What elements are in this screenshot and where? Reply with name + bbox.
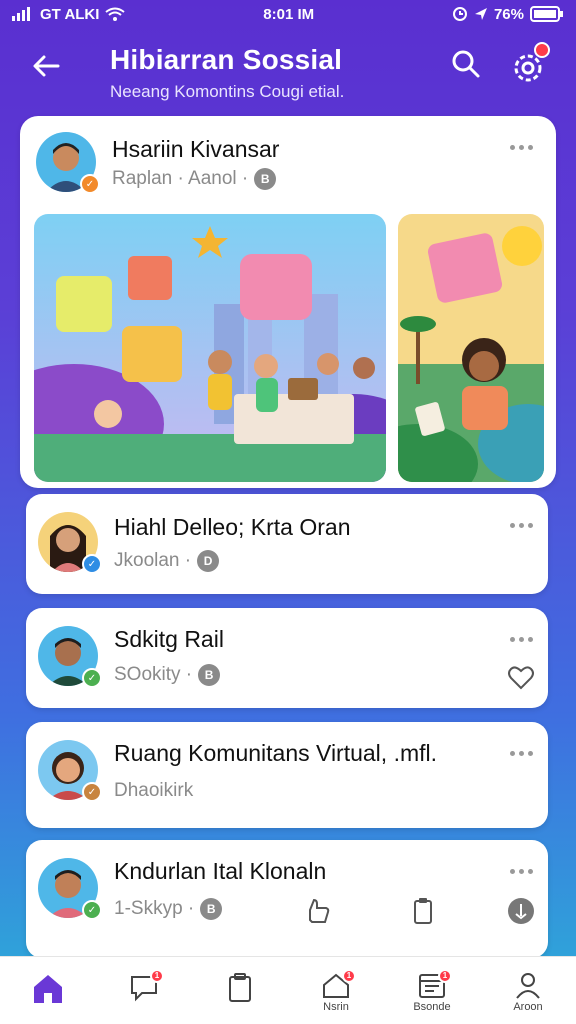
- avatar[interactable]: ✓: [38, 858, 102, 920]
- notification-dot: 1: [150, 969, 164, 983]
- post-author-name[interactable]: Kndurlan Ital Klonaln: [114, 858, 326, 885]
- feed: ✓ Hsariin Kivansar Raplan · Aanol · B ✓ …: [20, 116, 556, 958]
- nav-profile[interactable]: Aroon: [480, 957, 576, 1024]
- more-options-icon[interactable]: [510, 748, 538, 758]
- more-options-icon[interactable]: [510, 142, 538, 152]
- wifi-icon: [105, 7, 126, 21]
- avatar-badge: ✓: [80, 174, 100, 194]
- post-card[interactable]: ✓ Ruang Komunitans Virtual, .mfl. Dhaoik…: [26, 722, 548, 828]
- more-options-icon[interactable]: [510, 866, 538, 876]
- post-card[interactable]: ✓ Hiahl Delleo; Krta Oran Jkoolan · D: [26, 494, 548, 594]
- profile-icon: [516, 973, 540, 999]
- post-meta: Dhaoikirk: [114, 780, 194, 801]
- more-options-icon[interactable]: [510, 520, 538, 530]
- post-card[interactable]: ✓ Sdkitg Rail SOokity · B: [26, 608, 548, 708]
- nav-clipboard[interactable]: [192, 957, 288, 1024]
- carrier-text: GT ALKI: [40, 5, 100, 23]
- avatar-badge: ✓: [82, 782, 102, 802]
- heart-icon[interactable]: [506, 662, 536, 692]
- status-right: 76%: [452, 6, 564, 23]
- post-image-main[interactable]: [34, 214, 386, 482]
- home-icon: [34, 975, 62, 1003]
- avatar[interactable]: ✓: [38, 626, 102, 688]
- signal-icon: [12, 7, 30, 21]
- avatar[interactable]: ✓: [36, 132, 100, 194]
- post-author-name[interactable]: Sdkitg Rail: [114, 626, 224, 653]
- privacy-icon: B: [200, 898, 223, 920]
- search-icon[interactable]: [448, 46, 484, 82]
- page-title: Hibiarran Sossial: [110, 44, 343, 75]
- app-header: Hibiarran Sossial Neeang Komontins Cougi…: [0, 28, 576, 116]
- clock-text: 8:01 IM: [263, 5, 315, 23]
- bottom-navigation: 1 1 Nsrin 1 Bsonde Aroon: [0, 956, 576, 1024]
- page-subtitle: Neeang Komontins Cougi etial.: [110, 82, 345, 101]
- post-card[interactable]: ✓ Hsariin Kivansar Raplan · Aanol · B: [20, 116, 556, 488]
- clipboard-icon: [229, 973, 251, 1002]
- post-author-name[interactable]: Hiahl Delleo; Krta Oran: [114, 514, 351, 541]
- clipboard-icon[interactable]: [408, 896, 438, 926]
- avatar-badge: ✓: [82, 554, 102, 574]
- notification-dot: 1: [342, 969, 356, 983]
- location-icon: [474, 8, 487, 20]
- privacy-icon: D: [197, 550, 220, 572]
- battery-percent: 76%: [493, 5, 524, 23]
- notification-dot: 1: [438, 969, 452, 983]
- nav-home[interactable]: [0, 957, 96, 1024]
- settings-button[interactable]: [508, 42, 550, 86]
- share-icon[interactable]: [506, 896, 536, 926]
- post-card[interactable]: ✓ Kndurlan Ital Klonaln 1-Skkyp · B: [26, 840, 548, 958]
- status-left: GT ALKI: [12, 5, 126, 23]
- privacy-icon: B: [254, 168, 277, 190]
- post-meta: Raplan · Aanol · B: [112, 168, 277, 190]
- nav-community[interactable]: 1 Nsrin: [288, 957, 384, 1024]
- post-image-secondary[interactable]: [398, 214, 544, 482]
- post-author-name[interactable]: Hsariin Kivansar: [112, 136, 279, 163]
- battery-icon: [529, 6, 563, 22]
- back-arrow-icon[interactable]: [28, 48, 64, 84]
- avatar[interactable]: ✓: [38, 512, 102, 574]
- status-bar: GT ALKI 8:01 IM 76%: [0, 0, 576, 28]
- avatar-badge: ✓: [82, 900, 102, 920]
- post-meta: 1-Skkyp · B: [114, 898, 223, 920]
- post-meta: SOokity · B: [114, 664, 221, 686]
- avatar-badge: ✓: [82, 668, 102, 688]
- more-options-icon[interactable]: [510, 634, 538, 644]
- avatar[interactable]: ✓: [38, 740, 102, 802]
- notification-dot: [534, 42, 550, 58]
- nav-chat[interactable]: 1: [96, 957, 192, 1024]
- post-author-name[interactable]: Ruang Komunitans Virtual, .mfl.: [114, 740, 437, 767]
- post-meta: Jkoolan · D: [114, 550, 220, 572]
- nav-events[interactable]: 1 Bsonde: [384, 957, 480, 1024]
- thumbs-up-icon[interactable]: [302, 896, 332, 926]
- privacy-icon: B: [198, 664, 221, 686]
- alarm-icon: [452, 7, 467, 21]
